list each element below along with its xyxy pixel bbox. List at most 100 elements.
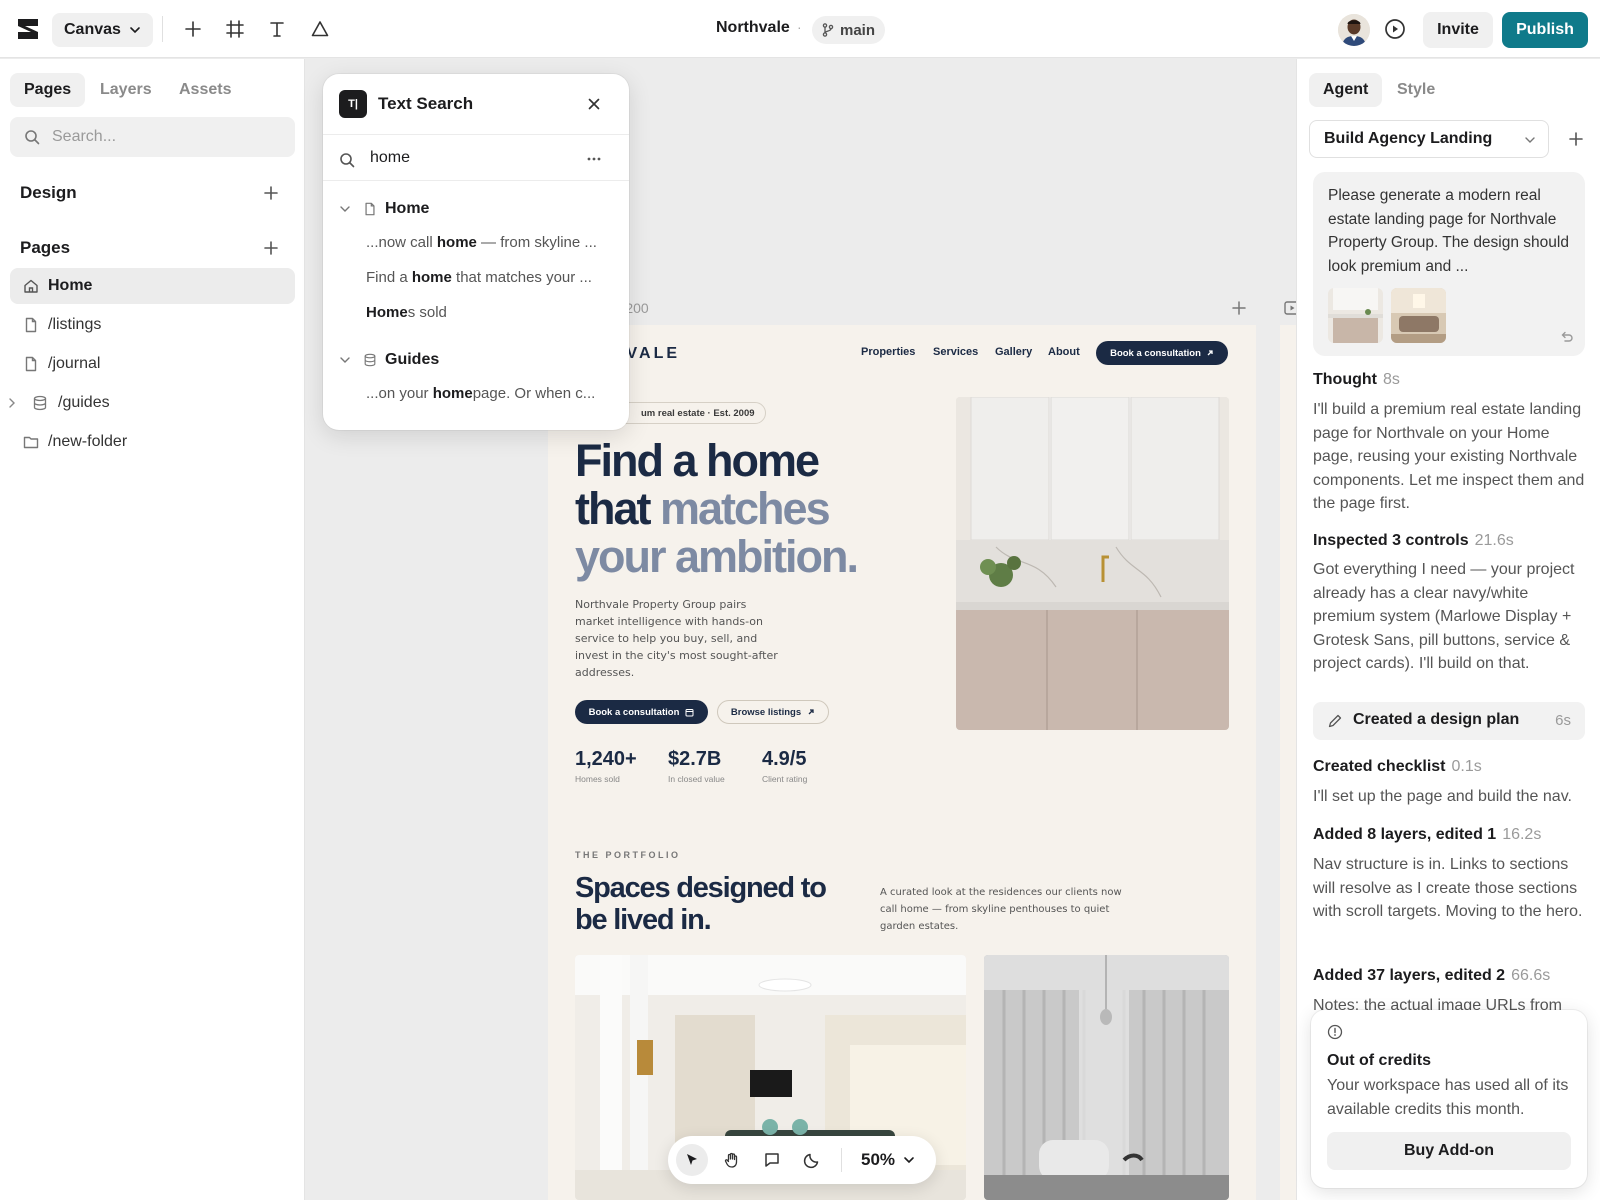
hero-line-3: your ambition. [575,531,859,582]
arrow-up-right-icon [1207,350,1213,356]
tab-layers[interactable]: Layers [86,73,166,107]
page-item-journal[interactable]: /journal [10,346,295,382]
site-nav-services[interactable]: Services [933,346,978,358]
portfolio-eyebrow[interactable]: THE PORTFOLIO [575,850,681,860]
comment-tool-icon[interactable] [756,1144,788,1176]
chevron-down-icon[interactable] [339,203,351,215]
text-search-field[interactable] [339,146,613,174]
step-duration: 66.6s [1511,967,1551,984]
select-tool-icon[interactable] [676,1144,708,1176]
search-result[interactable]: Find a home that matches your ... [366,269,611,286]
new-session-icon[interactable] [1567,130,1585,148]
file-icon [25,317,37,333]
site-hero-heading[interactable]: Find a home that matches your ambition. [575,437,859,582]
search-icon [340,153,355,168]
git-branch-icon [822,23,834,37]
arrow-up-right-icon [808,709,814,715]
site-hero-paragraph[interactable]: Northvale Property Group pairs market in… [575,596,785,681]
design-plan-title: Created a design plan [1353,711,1520,728]
shape-tool-icon[interactable] [307,16,333,42]
page-item-new-folder[interactable]: /new-folder [10,424,295,460]
pages-search-input[interactable] [52,128,272,146]
step-text: I'll build a premium real estate landing… [1313,401,1585,512]
preview-play-icon[interactable] [1383,17,1407,41]
page-item-label: /new-folder [48,433,128,450]
canvas-toolbar: 50% [668,1136,936,1184]
site-nav-cta-label: Book a consultation [1110,347,1201,359]
add-icon[interactable] [180,16,206,42]
app-logo-icon[interactable] [17,18,39,40]
chevron-down-icon[interactable] [339,354,351,366]
file-icon [25,356,37,372]
text-tool-icon[interactable] [264,16,290,42]
site-nav-gallery[interactable]: Gallery [995,346,1032,358]
tab-assets[interactable]: Assets [165,73,245,107]
stat-value-label[interactable]: In closed value [668,774,725,784]
site-book-consultation-label: Book a consultation [588,706,680,718]
user-prompt-card[interactable]: Please generate a modern real estate lan… [1313,172,1585,356]
zoom-select[interactable]: 50% [861,1150,915,1170]
tab-pages[interactable]: Pages [10,73,86,107]
site-nav-about[interactable]: About [1048,346,1080,358]
hero-line-2a: that [575,483,660,534]
user-avatar[interactable] [1338,14,1370,46]
result-match: home [436,234,477,251]
attachment-thumbnail[interactable] [1391,288,1446,343]
search-result[interactable]: ...now call home — from skyline ... [366,234,611,251]
chevron-down-icon [130,27,140,34]
close-icon[interactable] [586,96,602,112]
step-title[interactable]: Created checklist 0.1s [1313,758,1482,776]
invite-button[interactable]: Invite [1423,12,1493,48]
site-nav-cta-button[interactable]: Book a consultation [1096,341,1228,365]
hero-kitchen-image[interactable] [956,397,1229,730]
tab-agent[interactable]: Agent [1309,73,1383,107]
portfolio-heading[interactable]: Spaces designed to be lived in. [575,872,855,936]
canvas-menu-button[interactable]: Canvas [52,13,153,47]
page-item-home[interactable]: Home [10,268,295,304]
search-result[interactable]: Homes sold [366,304,611,321]
undo-icon[interactable] [1558,329,1574,345]
pages-search[interactable] [10,117,295,157]
page-item-listings[interactable]: /listings [10,307,295,343]
step-title[interactable]: Thought 8s [1313,371,1400,389]
add-page-icon[interactable] [262,239,280,257]
dark-mode-icon[interactable] [796,1144,828,1176]
tab-style[interactable]: Style [1383,73,1449,107]
result-text: ...on your [366,385,433,402]
step-title-text: Added 37 layers, edited 2 [1313,967,1506,984]
portfolio-curtain-room-image[interactable] [984,955,1229,1200]
toolbar-divider [162,16,163,42]
result-match: Home [366,304,408,321]
add-design-icon[interactable] [262,184,280,202]
site-book-consultation-button[interactable]: Book a consultation [575,700,708,724]
design-plan-card[interactable]: Created a design plan 6s [1313,702,1585,740]
stat-homes-label[interactable]: Homes sold [575,774,620,784]
hand-tool-icon[interactable] [716,1144,748,1176]
site-nav-properties[interactable]: Properties [861,346,915,358]
stat-homes-value[interactable]: 1,240+ [575,748,637,771]
stat-value-value[interactable]: $2.7B [668,748,721,771]
step-title[interactable]: Inspected 3 controls 21.6s [1313,532,1514,550]
text-search-input[interactable] [370,149,570,167]
buy-add-on-button[interactable]: Buy Add-on [1327,1132,1571,1170]
frame-tool-icon[interactable] [222,16,248,42]
site-browse-listings-button[interactable]: Browse listings [717,700,829,724]
step-title[interactable]: Added 8 layers, edited 1 16.2s [1313,826,1541,844]
add-breakpoint-icon[interactable] [1232,301,1246,315]
agent-session-select[interactable]: Build Agency Landing [1309,120,1549,158]
page-item-guides[interactable]: /guides [9,385,295,421]
popup-divider [323,134,629,135]
stat-rating-label[interactable]: Client rating [762,774,807,784]
chevron-right-icon[interactable] [6,397,18,409]
database-icon [33,395,47,411]
more-options-icon[interactable] [586,154,602,164]
portfolio-paragraph[interactable]: A curated look at the residences our cli… [880,884,1125,935]
result-text: Find a [366,269,412,286]
search-group-title: Guides [385,351,440,368]
branch-badge[interactable]: main [812,16,886,44]
search-result[interactable]: ...on your homepage. Or when c... [366,385,611,402]
attachment-thumbnail[interactable] [1328,288,1383,343]
step-title[interactable]: Added 37 layers, edited 2 66.6s [1313,967,1550,985]
publish-button[interactable]: Publish [1502,12,1588,48]
stat-rating-value[interactable]: 4.9/5 [762,748,806,771]
